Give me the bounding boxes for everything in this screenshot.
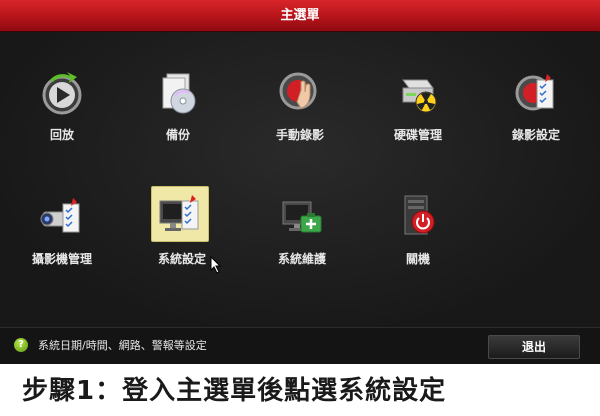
system-settings-icon — [151, 186, 209, 242]
menu-item-label: 系統維護 — [277, 252, 326, 266]
menu-item-label: 手動錄影 — [275, 128, 324, 142]
hdd-management-icon — [393, 68, 443, 118]
step-caption: 步驟1：登入主選單後點選系統設定 — [22, 376, 447, 406]
menu-grid: 回放 備份 手動錄影 硬碟管理 錄影設定 攝影機管理 系統設定 系統維護 關機 — [0, 32, 600, 327]
menu-item-shutdown[interactable]: 關機 — [368, 192, 468, 302]
dvr-main-menu-window: 主選單 回放 備份 手動錄影 硬碟管理 錄影設定 攝影機管理 系統設定 系統維護… — [0, 0, 600, 364]
playback-icon — [37, 68, 87, 118]
shutdown-icon — [393, 192, 443, 242]
camera-management-icon — [37, 192, 87, 242]
menu-item-label: 攝影機管理 — [31, 252, 92, 266]
menu-item-camera-management[interactable]: 攝影機管理 — [12, 192, 112, 302]
status-bar: ? 系統日期/時間、網路、警報等設定 退出 — [0, 327, 600, 364]
menu-item-label: 備份 — [165, 128, 190, 142]
manual-record-icon — [275, 68, 325, 118]
window-title: 主選單 — [0, 0, 600, 31]
exit-button[interactable]: 退出 — [488, 335, 580, 359]
menu-item-manual-record[interactable]: 手動錄影 — [250, 68, 350, 178]
menu-item-label: 回放 — [49, 128, 74, 142]
mouse-cursor-icon — [210, 256, 222, 274]
menu-item-label: 關機 — [405, 252, 430, 266]
record-settings-icon — [511, 68, 561, 118]
help-icon: ? — [14, 338, 28, 352]
menu-item-system-settings[interactable]: 系統設定 — [132, 186, 232, 302]
menu-item-playback[interactable]: 回放 — [12, 68, 112, 178]
backup-icon — [153, 68, 203, 118]
menu-item-system-maintenance[interactable]: 系統維護 — [252, 192, 352, 302]
status-text: 系統日期/時間、網路、警報等設定 — [38, 339, 207, 352]
system-maintenance-icon — [277, 192, 327, 242]
menu-item-hdd-management[interactable]: 硬碟管理 — [368, 68, 468, 178]
menu-item-record-settings[interactable]: 錄影設定 — [486, 68, 586, 178]
menu-item-backup[interactable]: 備份 — [128, 68, 228, 178]
menu-item-label: 硬碟管理 — [393, 128, 442, 142]
menu-item-label: 錄影設定 — [511, 128, 560, 142]
